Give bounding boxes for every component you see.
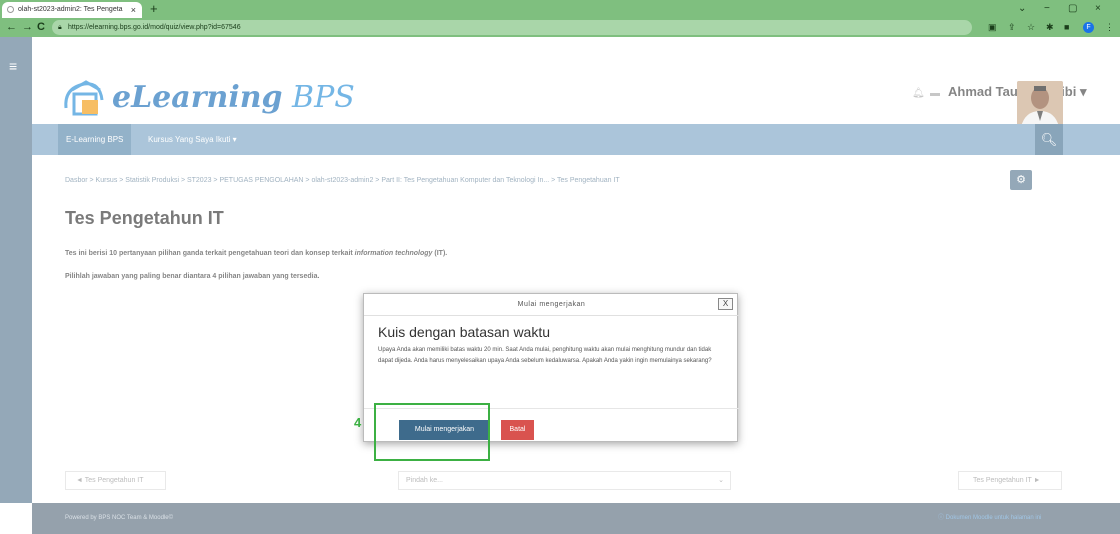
address-bar: ← → C 🔒︎ https://elearning.bps.go.id/mod… bbox=[0, 18, 1120, 37]
close-window-button[interactable]: × bbox=[1095, 0, 1101, 18]
url-text: https://elearning.bps.go.id/mod/quiz/vie… bbox=[68, 24, 241, 31]
close-icon[interactable]: X bbox=[718, 298, 733, 310]
lock-icon: 🔒︎ bbox=[58, 24, 62, 31]
sidepanel-icon[interactable]: ■ bbox=[1064, 20, 1069, 35]
browser-profile-avatar[interactable]: F bbox=[1083, 22, 1094, 33]
cancel-button[interactable]: Batal bbox=[501, 420, 534, 440]
minimize-button[interactable]: − bbox=[1044, 0, 1050, 18]
step-highlight-box bbox=[374, 403, 490, 461]
extensions-icon[interactable]: ✱ bbox=[1046, 20, 1054, 35]
favicon-icon bbox=[7, 6, 14, 13]
browser-menu-icon[interactable]: ⋮ bbox=[1105, 20, 1114, 35]
close-tab-icon[interactable]: × bbox=[131, 2, 136, 18]
modal-backdrop bbox=[0, 37, 1120, 534]
url-field[interactable]: 🔒︎ https://elearning.bps.go.id/mod/quiz/… bbox=[52, 20, 972, 35]
share-icon[interactable]: ⇪ bbox=[1008, 20, 1016, 35]
forward-arrow-icon[interactable]: → bbox=[22, 18, 33, 37]
tab-search-icon[interactable]: ⌄ bbox=[1018, 0, 1026, 18]
dialog-message: Upaya Anda akan memiliki batas waktu 20 … bbox=[378, 347, 712, 364]
dialog-title: Kuis dengan batasan waktu bbox=[378, 324, 551, 340]
new-tab-button[interactable]: + bbox=[150, 0, 158, 18]
tab-title: olah-st2023-admin2: Tes Pengeta bbox=[18, 6, 123, 13]
dialog-header: Mulai mengerjakan bbox=[364, 294, 739, 316]
translate-icon[interactable]: ▣ bbox=[988, 20, 997, 35]
step-number-label: 4 bbox=[354, 415, 362, 430]
bookmark-star-icon[interactable]: ☆ bbox=[1027, 20, 1035, 35]
browser-tabbar: olah-st2023-admin2: Tes Pengeta × + ⌄ − … bbox=[0, 0, 1120, 18]
browser-tab[interactable]: olah-st2023-admin2: Tes Pengeta × bbox=[2, 2, 142, 18]
reload-icon[interactable]: C bbox=[37, 18, 45, 37]
maximize-button[interactable]: ▢ bbox=[1068, 0, 1077, 18]
back-arrow-icon[interactable]: ← bbox=[6, 18, 17, 37]
